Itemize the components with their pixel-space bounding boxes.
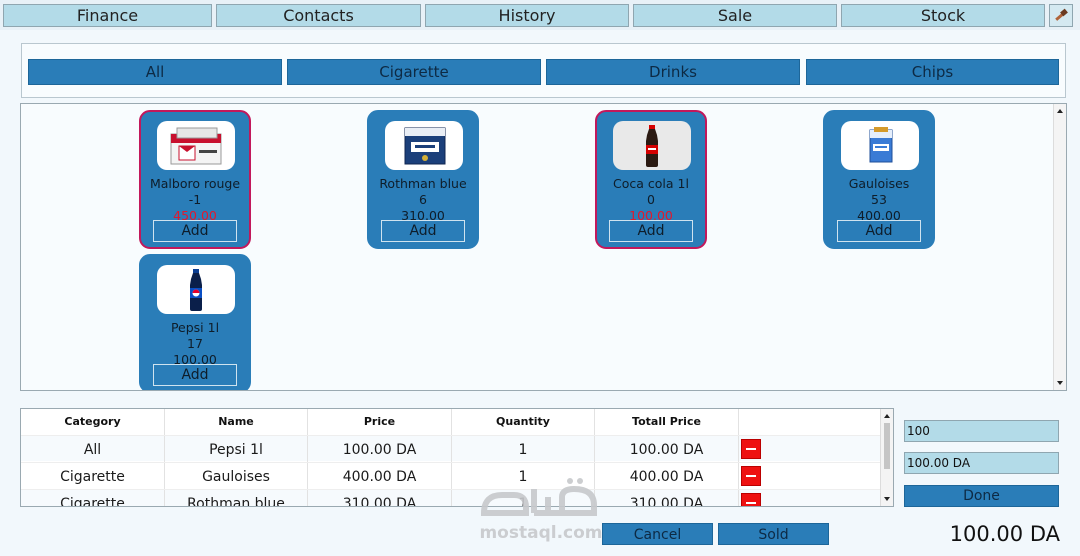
column-header-category: Category xyxy=(21,409,165,435)
cell-name: Pepsi 1l xyxy=(165,436,308,462)
add-to-cart-button[interactable]: Add xyxy=(837,220,921,242)
remove-item-button[interactable] xyxy=(741,493,761,506)
tab-stock[interactable]: Stock xyxy=(841,4,1045,27)
cell-price: 100.00 DA xyxy=(308,436,452,462)
scroll-thumb[interactable] xyxy=(884,423,890,469)
product-card: Rothman blue 6 310.00 Add xyxy=(367,110,479,249)
category-chips-button[interactable]: Chips xyxy=(806,59,1059,85)
table-row[interactable]: Cigarette Gauloises 400.00 DA 1 400.00 D… xyxy=(21,462,881,489)
cancel-button[interactable]: Cancel xyxy=(602,523,713,545)
column-header-price: Price xyxy=(308,409,452,435)
cart-table-scrollbar[interactable] xyxy=(880,409,893,506)
tab-contacts[interactable]: Contacts xyxy=(216,4,421,27)
paid-amount-input[interactable] xyxy=(904,420,1059,442)
add-to-cart-button[interactable]: Add xyxy=(153,364,237,386)
product-name: Rothman blue xyxy=(379,176,467,191)
scroll-up-icon[interactable] xyxy=(1057,109,1063,113)
scroll-down-icon[interactable] xyxy=(1057,381,1063,385)
minus-icon xyxy=(746,502,756,504)
hammer-icon xyxy=(1055,8,1068,21)
change-amount-input[interactable] xyxy=(904,452,1059,474)
table-row[interactable]: Cigarette Rothman blue 310.00 DA 1 310.0… xyxy=(21,489,881,506)
cell-category: Cigarette xyxy=(21,490,165,506)
pepsi-bottle-image xyxy=(157,265,235,314)
cell-name: Gauloises xyxy=(165,463,308,489)
cell-quantity: 1 xyxy=(452,436,595,462)
cell-quantity: 1 xyxy=(452,463,595,489)
tab-finance[interactable]: Finance xyxy=(3,4,212,27)
product-card: Pepsi 1l 17 100.00 Add xyxy=(139,254,251,390)
add-to-cart-button[interactable]: Add xyxy=(381,220,465,242)
product-quantity: 6 xyxy=(419,192,427,207)
cell-price: 400.00 DA xyxy=(308,463,452,489)
add-to-cart-button[interactable]: Add xyxy=(153,220,237,242)
cell-category: Cigarette xyxy=(21,463,165,489)
cigarette-carton-image xyxy=(157,121,235,170)
product-card: Coca cola 1l 0 100.00 Add xyxy=(595,110,707,249)
remove-item-button[interactable] xyxy=(741,439,761,459)
product-quantity: -1 xyxy=(188,192,202,207)
cigarette-pack-image xyxy=(841,121,919,170)
minus-icon xyxy=(746,475,756,477)
category-drinks-button[interactable]: Drinks xyxy=(546,59,800,85)
category-all-button[interactable]: All xyxy=(28,59,282,85)
product-name: Gauloises xyxy=(848,176,910,191)
cell-quantity: 1 xyxy=(452,490,595,506)
product-card: Gauloises 53 400.00 Add xyxy=(823,110,935,249)
product-card: Malboro rouge -1 450.00 Add xyxy=(139,110,251,249)
remove-item-button[interactable] xyxy=(741,466,761,486)
product-name: Malboro rouge xyxy=(149,176,241,191)
scroll-down-icon[interactable] xyxy=(884,497,890,501)
cart-table: Category Name Price Quantity Totall Pric… xyxy=(20,408,894,507)
product-name: Coca cola 1l xyxy=(613,176,689,191)
cigarette-carton-image xyxy=(385,121,463,170)
table-row[interactable]: All Pepsi 1l 100.00 DA 1 100.00 DA xyxy=(21,435,881,462)
cell-total-price: 310.00 DA xyxy=(595,490,739,506)
column-header-name: Name xyxy=(165,409,308,435)
scroll-up-icon[interactable] xyxy=(884,414,890,418)
tab-history[interactable]: History xyxy=(425,4,629,27)
cell-total-price: 100.00 DA xyxy=(595,436,739,462)
watermark-text: mostaql.com xyxy=(479,523,603,543)
product-name: Pepsi 1l xyxy=(170,320,220,335)
category-filter-bar: All Cigarette Drinks Chips xyxy=(21,43,1066,98)
minus-icon xyxy=(746,448,756,450)
product-quantity: 53 xyxy=(871,192,887,207)
column-header-total-price: Totall Price xyxy=(595,409,739,435)
cell-price: 310.00 DA xyxy=(308,490,452,506)
cart-table-header: Category Name Price Quantity Totall Pric… xyxy=(21,409,881,435)
sold-button[interactable]: Sold xyxy=(718,523,829,545)
total-amount: 100.00 DA xyxy=(949,522,1060,546)
cell-name: Rothman blue xyxy=(165,490,308,506)
category-cigarette-button[interactable]: Cigarette xyxy=(287,59,541,85)
tab-sale[interactable]: Sale xyxy=(633,4,837,27)
add-to-cart-button[interactable]: Add xyxy=(609,220,693,242)
product-quantity: 0 xyxy=(647,192,655,207)
top-navigation: Finance Contacts History Sale Stock xyxy=(0,0,1080,30)
cell-category: All xyxy=(21,436,165,462)
cell-total-price: 400.00 DA xyxy=(595,463,739,489)
product-grid-scrollbar[interactable] xyxy=(1053,104,1066,390)
product-quantity: 17 xyxy=(187,336,203,351)
product-grid: Malboro rouge -1 450.00 Add Rothman blue… xyxy=(20,103,1067,391)
column-header-quantity: Quantity xyxy=(452,409,595,435)
done-button[interactable]: Done xyxy=(904,485,1059,507)
settings-button[interactable] xyxy=(1049,4,1073,27)
cola-bottle-image xyxy=(613,121,691,170)
